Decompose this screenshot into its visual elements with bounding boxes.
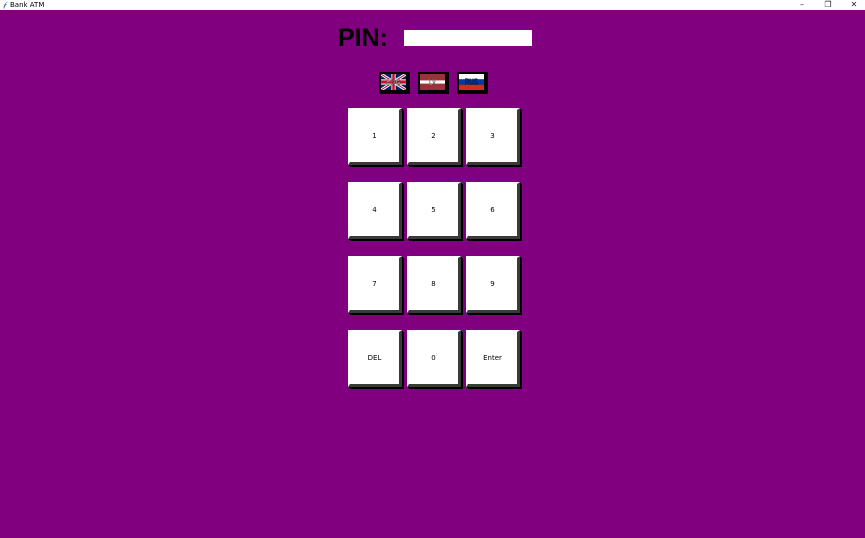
key-6[interactable]: 6 <box>466 182 520 239</box>
pin-input[interactable] <box>404 30 532 46</box>
key-5[interactable]: 5 <box>407 182 461 239</box>
latvia-flag-icon: LV <box>420 74 445 90</box>
key-1[interactable]: 1 <box>348 108 402 165</box>
key-7[interactable]: 7 <box>348 256 402 313</box>
window-title: Bank ATM <box>10 1 45 9</box>
language-code-lv: LV <box>429 78 436 87</box>
key-2[interactable]: 2 <box>407 108 461 165</box>
atm-window: Bank ATM – ❐ ✕ PIN: ENG LV RUS 1 2 3 4 5… <box>0 0 865 538</box>
minimize-button[interactable]: – <box>789 0 815 10</box>
close-button[interactable]: ✕ <box>841 0 865 10</box>
feather-icon <box>2 1 10 9</box>
russia-flag-icon: RUS <box>459 74 484 90</box>
key-3[interactable]: 3 <box>466 108 520 165</box>
language-button-lv[interactable]: LV <box>418 72 449 94</box>
enter-button[interactable]: Enter <box>466 330 520 387</box>
delete-button[interactable]: DEL <box>348 330 402 387</box>
language-button-eng[interactable]: ENG <box>379 72 410 94</box>
key-4[interactable]: 4 <box>348 182 402 239</box>
uk-flag-icon: ENG <box>381 74 406 90</box>
language-code-eng: ENG <box>386 77 400 87</box>
pin-label: PIN: <box>338 24 388 52</box>
key-9[interactable]: 9 <box>466 256 520 313</box>
language-code-rus: RUS <box>465 78 478 87</box>
language-button-rus[interactable]: RUS <box>457 72 488 94</box>
key-0[interactable]: 0 <box>407 330 461 387</box>
key-8[interactable]: 8 <box>407 256 461 313</box>
maximize-button[interactable]: ❐ <box>815 0 841 10</box>
title-bar: Bank ATM – ❐ ✕ <box>0 0 865 10</box>
